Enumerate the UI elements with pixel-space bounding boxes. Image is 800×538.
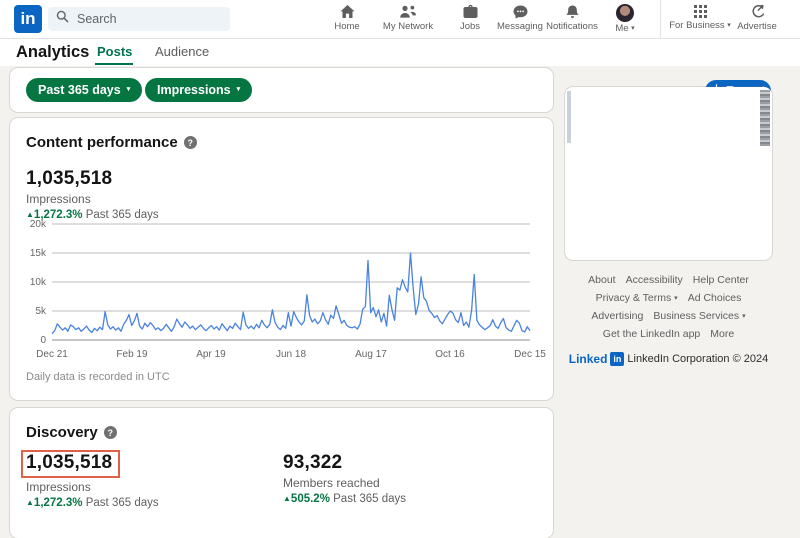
y-tick: 15k — [30, 248, 47, 259]
top-nav: in Home My Network Jobs Messaging Notifi… — [0, 0, 800, 39]
footer-link-get-app[interactable]: Get the LinkedIn app — [603, 328, 701, 340]
section-title: Discovery — [26, 424, 98, 441]
megaphone-icon — [749, 4, 765, 20]
content-performance-card: Content performance ? 1,035,518 Impressi… — [10, 118, 553, 400]
up-triangle-icon: ▲ — [283, 494, 291, 503]
up-triangle-icon: ▲ — [26, 498, 34, 507]
nav-divider — [660, 0, 661, 38]
chevron-down-icon: ▾ — [126, 85, 131, 93]
x-tick: Dec 15 — [514, 349, 546, 360]
tab-audience[interactable]: Audience — [155, 38, 209, 65]
y-tick: 0 — [40, 335, 46, 346]
section-title: Content performance — [26, 134, 178, 151]
footer-link-privacy-terms[interactable]: Privacy & Terms ▾ — [596, 292, 678, 304]
linkedin-wordmark: Linked — [568, 352, 608, 366]
footer-link-ad-choices[interactable]: Ad Choices — [688, 292, 742, 304]
help-icon[interactable]: ? — [183, 136, 197, 149]
chevron-down-icon: ▾ — [236, 85, 241, 93]
me-avatar — [616, 4, 634, 22]
highlight-annotation-box: 1,035,518 — [21, 450, 121, 478]
footer-link-business-services[interactable]: Business Services ▾ — [653, 310, 745, 322]
chevron-down-icon: ▾ — [674, 295, 678, 302]
footer: About Accessibility Help Center Privacy & … — [565, 274, 772, 366]
ad-image-fragment — [760, 90, 770, 146]
ad-loading-strip — [567, 91, 571, 143]
nav-advertise[interactable]: Advertise — [730, 4, 784, 32]
ad-placeholder-card — [565, 87, 772, 260]
tab-posts[interactable]: Posts — [97, 38, 132, 65]
search-bar[interactable] — [48, 7, 230, 31]
nav-home[interactable]: Home — [325, 4, 369, 32]
impressions-series-line — [51, 252, 531, 335]
nav-my-network[interactable]: My Network — [375, 4, 441, 32]
x-tick: Dec 21 — [36, 349, 68, 360]
jobs-icon — [462, 4, 479, 20]
help-icon[interactable]: ? — [103, 426, 117, 439]
x-tick: Oct 16 — [435, 349, 465, 360]
stat-label: Impressions — [26, 192, 91, 206]
chart-footnote: Daily data is recorded in UTC — [26, 371, 170, 383]
messaging-icon — [512, 4, 529, 20]
copyright-text: LinkedIn Corporation © 2024 — [627, 353, 769, 365]
discovery-card: Discovery ? 1,035,518 Impressions ▲1,272… — [10, 408, 553, 538]
home-icon — [339, 4, 356, 20]
search-input[interactable] — [75, 11, 219, 27]
discovery-members-reached-stat: 93,322 Members reached ▲505.2% Past 365 … — [283, 452, 407, 505]
grid-icon — [693, 4, 708, 19]
footer-link-more[interactable]: More — [710, 328, 734, 340]
my-network-icon — [399, 4, 417, 20]
metric-filter[interactable]: Impressions ▾ — [145, 78, 253, 102]
date-range-filter[interactable]: Past 365 days ▾ — [26, 78, 143, 102]
x-tick: Aug 17 — [355, 349, 387, 360]
chevron-down-icon: ▾ — [742, 313, 746, 320]
y-tick: 20k — [30, 219, 47, 230]
page-title: Analytics — [16, 43, 90, 61]
nav-me[interactable]: Me ▾ — [605, 4, 645, 34]
y-tick: 10k — [30, 277, 47, 288]
x-tick: Apr 19 — [196, 349, 226, 360]
analytics-header-bar: Analytics Posts Audience Export — [0, 38, 800, 102]
chevron-down-icon: ▾ — [631, 25, 635, 32]
linkedin-logo[interactable]: in — [14, 5, 42, 33]
footer-link-advertising[interactable]: Advertising — [591, 310, 643, 322]
discovery-impressions-stat: 1,035,518 Impressions ▲1,272.3% Past 365… — [21, 450, 159, 509]
active-tab-underline — [95, 63, 133, 65]
x-tick: Jun 18 — [276, 349, 306, 360]
footer-link-help-center[interactable]: Help Center — [693, 274, 749, 286]
filters-card: Past 365 days ▾ Impressions ▾ — [10, 68, 553, 112]
notifications-icon — [565, 4, 580, 20]
nav-notifications[interactable]: Notifications — [539, 4, 605, 32]
stat-value: 1,035,518 — [26, 168, 113, 189]
nav-jobs[interactable]: Jobs — [448, 4, 492, 32]
footer-link-accessibility[interactable]: Accessibility — [626, 274, 683, 286]
footer-link-about[interactable]: About — [588, 274, 615, 286]
impressions-line-chart[interactable]: 20k 15k 10k 5k 0 Dec 21 Feb 19 Apr 19 Ju… — [16, 214, 546, 366]
nav-for-business[interactable]: For Business ▾ — [663, 4, 737, 31]
search-icon — [56, 10, 69, 28]
linkedin-logo-small: in — [610, 352, 625, 366]
y-tick: 5k — [35, 306, 47, 317]
x-tick: Feb 19 — [116, 349, 148, 360]
